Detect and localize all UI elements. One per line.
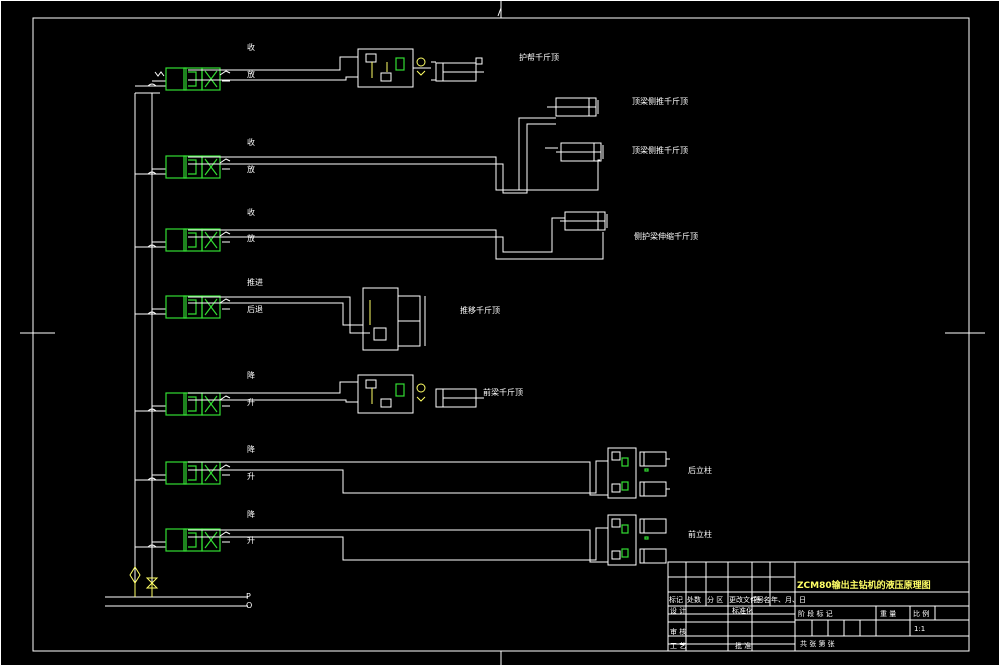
valve-row-4 <box>135 295 231 319</box>
hydraulic-schematic: P O 收 放 收 放 收 放 推进 后退 降 升 降 升 降 升 护帮千斤顶 … <box>0 0 1000 666</box>
circuit-3-top-label: 收 <box>247 207 255 217</box>
lever-icon <box>219 464 231 470</box>
lever-icon <box>219 231 231 237</box>
tb-h3: 分 区 <box>707 595 723 604</box>
tb-h6: 年、月、日 <box>771 595 806 604</box>
valve-section-b <box>183 295 203 319</box>
push-cylinder <box>362 287 426 351</box>
drawing-frame <box>0 0 1000 666</box>
circuit-4-bottom-label: 后退 <box>247 304 263 314</box>
valve-section-b <box>183 155 203 179</box>
valve-row-2 <box>135 155 231 179</box>
lock-valve-block-2 <box>357 374 414 414</box>
tb-stage: 阶 段 标 记 <box>798 609 833 618</box>
tb-h2: 处数 <box>687 595 701 604</box>
circuit-5-top-label: 降 <box>247 370 255 380</box>
actuator-1-label: 护帮千斤顶 <box>519 52 559 62</box>
tb-r1: 设 计 <box>670 606 686 615</box>
prop-valve-group-rear <box>607 447 670 499</box>
tb-scale: 1:1 <box>914 625 925 633</box>
title-block <box>667 561 970 652</box>
supply-p-label: P <box>246 592 251 601</box>
circuit-2-bottom-label: 放 <box>247 164 255 174</box>
tb-h1: 标记 <box>669 595 683 604</box>
circuit-6-top-label: 降 <box>247 444 255 454</box>
valve-section-a <box>165 461 187 485</box>
lever-icon <box>219 70 231 76</box>
tb-sheets: 共 张 第 张 <box>800 639 835 648</box>
valve-section-a <box>165 155 187 179</box>
valve-section-b <box>183 392 203 416</box>
valve-section-b <box>183 461 203 485</box>
tb-weight: 重 量 <box>880 610 896 618</box>
actuator-4-label: 侧护梁伸缩千斤顶 <box>634 231 698 241</box>
valve-section-b <box>183 528 203 552</box>
circuit-rows <box>135 67 231 552</box>
tb-r3: 审 核 <box>670 627 686 636</box>
cylinder-4 <box>560 211 608 231</box>
valve-row-6 <box>135 461 231 485</box>
valve-section-a <box>165 528 187 552</box>
prop-valve-group-front <box>607 514 667 566</box>
valve-row-1 <box>135 67 231 91</box>
circuit-2-top-label: 收 <box>247 137 255 147</box>
tb-r4b: 批 准 <box>735 641 751 650</box>
circuit-3-bottom-label: 放 <box>247 233 255 243</box>
circuit-5-bottom-label: 升 <box>247 398 255 407</box>
circuit-6-bottom-label: 升 <box>247 472 255 481</box>
valve-section-a <box>165 228 187 252</box>
supply-o-label: O <box>246 601 252 610</box>
actuator-3-label: 顶梁侧推千斤顶 <box>632 145 688 155</box>
tb-scale-label: 比 例 <box>913 609 929 618</box>
valve-section-b <box>183 228 203 252</box>
circuit-4-top-label: 推进 <box>247 277 263 287</box>
tb-r1b: 标准化 <box>732 606 753 615</box>
tb-r4: 工 艺 <box>670 642 686 650</box>
actuator-7-label: 后立柱 <box>688 465 712 475</box>
valve-section-a <box>165 392 187 416</box>
cylinder-5 <box>435 388 484 408</box>
cylinder-3 <box>556 142 604 162</box>
valve-section-a <box>165 295 187 319</box>
valve-row-7 <box>135 528 231 552</box>
actuator-5-label: 推移千斤顶 <box>460 305 500 315</box>
valve-row-5 <box>135 392 231 416</box>
cylinder-1 <box>431 57 484 82</box>
valve-row-3 <box>135 228 231 252</box>
actuator-2-label: 顶梁侧推千斤顶 <box>632 96 688 106</box>
tb-h5: 签 名 <box>754 595 770 604</box>
lock-valve-block-1 <box>357 48 414 88</box>
actuator-6-label: 前梁千斤顶 <box>483 387 523 397</box>
drawing-title: ZCM80输出主钻机的液压原理图 <box>797 579 931 591</box>
pilot-check-icon <box>413 57 431 76</box>
circuit-1-top-label: 收 <box>247 42 255 52</box>
valve-section-b <box>183 67 203 91</box>
valve-section-a <box>165 67 187 91</box>
circuit-7-top-label: 降 <box>247 509 255 519</box>
spring-icon <box>154 71 165 77</box>
lever-icon <box>219 298 231 304</box>
pilot-check-icon <box>416 383 426 402</box>
actuator-8-label: 前立柱 <box>688 529 712 539</box>
cylinder-2 <box>547 97 599 117</box>
lever-icon <box>219 531 231 537</box>
lever-icon <box>219 395 231 401</box>
lever-icon <box>219 158 231 164</box>
